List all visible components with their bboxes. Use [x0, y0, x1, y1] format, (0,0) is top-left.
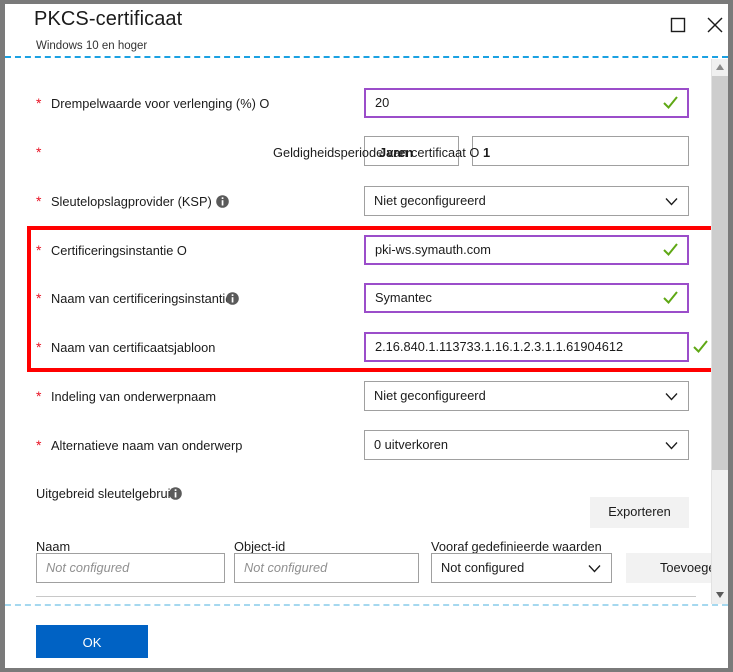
info-icon[interactable] [215, 195, 229, 208]
key-storage-provider-select[interactable]: Niet geconfigureerd [364, 186, 689, 216]
page-title: PKCS-certificaat [34, 8, 183, 30]
certification-authority-name-input[interactable]: Symantec [364, 283, 689, 313]
chevron-down-icon [664, 194, 679, 209]
subject-alternative-name-value: 0 uitverkoren [374, 437, 448, 452]
field-label-text: Naam van certificeringsinstantie [51, 291, 233, 306]
chevron-down-icon [587, 561, 602, 576]
renewal-threshold-value: 20 [375, 95, 390, 110]
export-button[interactable]: Exporteren [590, 497, 689, 528]
close-icon[interactable] [702, 12, 728, 38]
eku-section-label-text: Uitgebreid sleutelgebruik [36, 486, 177, 501]
validity-number-value: 1 [483, 145, 491, 160]
column-header-predefined-values: Vooraf gedefinieerde waarden [431, 539, 602, 554]
renewal-threshold-input[interactable]: 20 [364, 88, 689, 118]
footer-divider [5, 604, 728, 606]
dialog-content: * Drempelwaarde voor verlenging (%) O 20… [5, 59, 727, 604]
subject-name-format-value: Niet geconfigureerd [374, 388, 486, 403]
field-label: Naam van certificeringsinstantie [51, 291, 240, 307]
maximize-icon[interactable] [665, 12, 691, 38]
eku-objectid-placeholder: Not configured [244, 560, 328, 575]
header-divider [5, 56, 728, 58]
scroll-up-arrow-icon[interactable] [712, 59, 728, 76]
required-marker: * [36, 339, 42, 355]
valid-check-icon [692, 338, 709, 355]
eku-predefined-values-select[interactable]: Not configured [431, 553, 612, 583]
chevron-down-icon [664, 438, 679, 453]
column-header-objectid: Object-id [234, 539, 286, 554]
ok-button[interactable]: OK [36, 625, 148, 658]
required-marker: * [36, 144, 42, 160]
required-marker: * [36, 193, 42, 209]
validity-period-label: Geldigheidsperiode van certificaat O [273, 145, 480, 160]
chevron-down-icon [664, 389, 679, 404]
vertical-scrollbar[interactable] [711, 59, 728, 604]
subject-name-format-select[interactable]: Niet geconfigureerd [364, 381, 689, 411]
valid-check-icon [662, 241, 679, 258]
certificate-template-name-value: 2.16.840.1.113733.1.16.1.2.3.1.1.6190461… [375, 339, 624, 354]
certification-authority-value: pki-ws.symauth.com [375, 242, 491, 257]
scrollbar-thumb[interactable] [712, 76, 728, 470]
scroll-down-arrow-icon[interactable] [712, 587, 728, 604]
certification-authority-input[interactable]: pki-ws.symauth.com [364, 235, 689, 265]
pkcs-certificate-dialog: PKCS-certificaat Windows 10 en hoger * D… [0, 0, 733, 672]
required-marker: * [36, 437, 42, 453]
eku-section-label: Uitgebreid sleutelgebruik [36, 486, 182, 502]
field-label: Drempelwaarde voor verlenging (%) O [51, 96, 270, 111]
column-header-name: Naam [36, 539, 71, 554]
field-label: Certificeringsinstantie O [51, 243, 187, 258]
certification-authority-name-value: Symantec [375, 290, 432, 305]
dialog-footer: OK [5, 608, 728, 668]
info-icon[interactable] [169, 487, 182, 500]
valid-check-icon [662, 289, 679, 306]
field-label: Alternatieve naam van onderwerp [51, 438, 243, 453]
dialog-titlebar: PKCS-certificaat Windows 10 en hoger [5, 4, 728, 56]
required-marker: * [36, 388, 42, 404]
eku-name-placeholder: Not configured [46, 560, 130, 575]
eku-name-input[interactable]: Not configured [36, 553, 225, 583]
required-marker: * [36, 242, 42, 258]
required-marker: * [36, 95, 42, 111]
field-label: Sleutelopslagprovider (KSP) [51, 194, 229, 210]
eku-predefined-values-value: Not configured [441, 560, 525, 575]
info-icon[interactable] [226, 292, 240, 305]
field-label: Naam van certificaatsjabloon [51, 340, 216, 355]
valid-check-icon [662, 94, 679, 111]
key-storage-provider-value: Niet geconfigureerd [374, 193, 486, 208]
certificate-template-name-input[interactable]: 2.16.840.1.113733.1.16.1.2.3.1.1.6190461… [364, 332, 708, 362]
field-label-text: Sleutelopslagprovider (KSP) [51, 194, 212, 209]
page-subtitle: Windows 10 en hoger [36, 40, 148, 52]
eku-objectid-input[interactable]: Not configured [234, 553, 419, 583]
content-bottom-rule [36, 596, 696, 597]
validity-unit-value: Jaren [379, 145, 414, 160]
subject-alternative-name-select[interactable]: 0 uitverkoren [364, 430, 689, 460]
required-marker: * [36, 290, 42, 306]
field-label: Indeling van onderwerpnaam [51, 389, 217, 404]
validity-number-input[interactable] [472, 136, 689, 166]
